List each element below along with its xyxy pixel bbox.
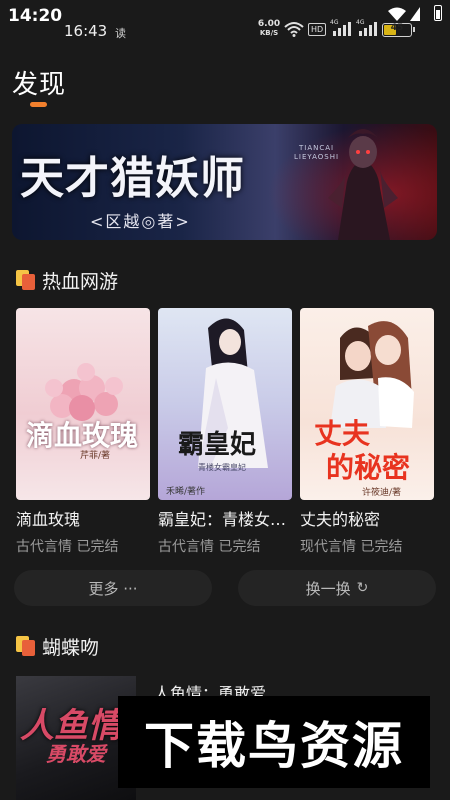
book-cover[interactable]: 滴血玫瑰 芹菲/著: [16, 308, 150, 500]
section-header-2: 蝴蝶吻: [16, 633, 99, 659]
book-title[interactable]: 丈夫的秘密: [300, 506, 440, 530]
book-card[interactable]: 滴血玫瑰 芹菲/著 滴血玫瑰 古代言情 已完结: [16, 308, 152, 556]
network-speed: 6.00 KB/S: [254, 20, 284, 38]
books-icon: [16, 636, 36, 656]
watermark-text: 下载鸟资源: [144, 717, 404, 775]
section-title: 热血网游: [42, 270, 119, 293]
section-title: 蝴蝶吻: [42, 636, 100, 659]
refresh-button-label: 换一换: [305, 579, 351, 598]
battery-icon-top: [434, 5, 442, 21]
banner-pinyin: TIANCAI LIEYAOSHI: [294, 144, 339, 162]
banner-title: 天才猎妖师: [20, 153, 245, 204]
wifi-icon-top: [388, 7, 406, 21]
book-meta: 古代言情 已完结: [16, 539, 119, 555]
book-cover[interactable]: 丈夫 的秘密 许筱迪/著: [300, 308, 434, 500]
book-title[interactable]: 霸皇妃：青楼女…: [158, 506, 298, 530]
title-underline: [30, 102, 47, 107]
signal-icon-2: 4G: [356, 19, 378, 36]
more-button[interactable]: 更多 ···: [14, 570, 212, 606]
wifi-icon: [284, 22, 304, 37]
book-cover[interactable]: 霸皇妃 青楼女霸皇妃 禾晞/著作: [158, 308, 292, 500]
book-meta: 现代言情 已完结: [300, 539, 403, 555]
book-card[interactable]: 丈夫 的秘密 许筱迪/著 丈夫的秘密 现代言情 已完结: [300, 308, 436, 556]
book-card[interactable]: 霸皇妃 青楼女霸皇妃 禾晞/著作 霸皇妃：青楼女… 古代言情 已完结: [158, 308, 294, 556]
cover-title-line2: 的秘密: [326, 451, 411, 484]
status-time-inner: 16:43: [64, 22, 108, 40]
cover-subtitle: 青楼女霸皇妃: [198, 463, 246, 472]
banner-author: <区越◎著>: [90, 212, 191, 231]
signal-label: 4G: [330, 19, 339, 26]
status-bar: 14:20 16:43 读 6.00 KB/S HD 4G 4G 45: [0, 0, 450, 46]
signal-label-2: 4G: [356, 19, 365, 26]
page-title: 发现: [12, 70, 67, 100]
cover-title-line2: 勇敢爱: [46, 742, 106, 766]
battery-level: 45: [390, 23, 404, 33]
more-button-label: 更多 ···: [88, 579, 138, 598]
cover-title: 霸皇妃: [178, 430, 257, 460]
cover-author: 许筱迪/著: [362, 488, 402, 498]
status-time-outer: 14:20: [8, 6, 63, 26]
signal-icon: 4G: [330, 19, 352, 36]
hd-badge: HD: [308, 23, 327, 36]
cover-author: 禾晞/著作: [166, 487, 206, 497]
rose-illustration: [45, 363, 123, 421]
books-icon: [16, 270, 36, 290]
book-meta: 古代言情 已完结: [158, 539, 261, 555]
section-header-1: 热血网游: [16, 267, 118, 293]
watermark-overlay: 下载鸟资源: [118, 696, 430, 788]
banner-pinyin-line1: TIANCAI: [298, 144, 335, 152]
refresh-button[interactable]: 换一换 ↻: [238, 570, 436, 606]
book-title[interactable]: 滴血玫瑰: [16, 506, 156, 530]
banner-pinyin-line2: LIEYAOSHI: [294, 153, 340, 161]
featured-banner[interactable]: TIANCAI LIEYAOSHI 天才猎妖师 <区越◎著>: [12, 124, 437, 240]
refresh-icon: ↻: [356, 580, 369, 596]
network-speed-unit: KB/S: [259, 29, 279, 37]
cover-author: 芹菲/著: [80, 451, 111, 461]
signal-icon-top: [410, 7, 420, 21]
battery-icon: 45: [382, 23, 415, 37]
app-notification-icon: 读: [115, 27, 126, 40]
network-speed-value: 6.00: [257, 19, 281, 29]
